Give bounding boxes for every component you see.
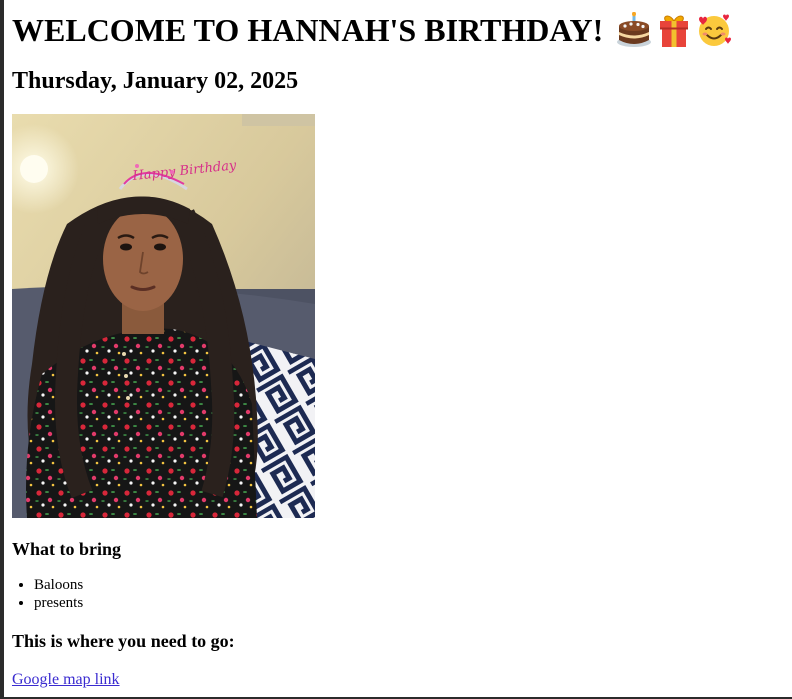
smiling-face-with-hearts-icon xyxy=(699,14,732,46)
page-title: WELCOME TO HANNAH'S BIRTHDAY! xyxy=(12,0,792,50)
cake-icon xyxy=(617,12,652,47)
directions-heading: This is where you need to go: xyxy=(12,631,235,651)
emoji-row xyxy=(615,11,733,49)
list-item: Baloons xyxy=(34,576,792,594)
bring-list: Baloons presents xyxy=(12,576,792,612)
list-item: presents xyxy=(34,594,792,612)
birthday-girl-photo: Happy Birthday xyxy=(12,114,315,518)
google-map-link[interactable]: Google map link xyxy=(12,670,120,690)
gift-icon xyxy=(660,15,689,47)
event-date: Thursday, January 02, 2025 xyxy=(12,68,299,94)
page-title-text: WELCOME TO HANNAH'S BIRTHDAY! xyxy=(12,12,604,48)
page: WELCOME TO HANNAH'S BIRTHDAY! Thursday, … xyxy=(4,0,792,690)
bring-heading: What to bring xyxy=(12,539,122,559)
